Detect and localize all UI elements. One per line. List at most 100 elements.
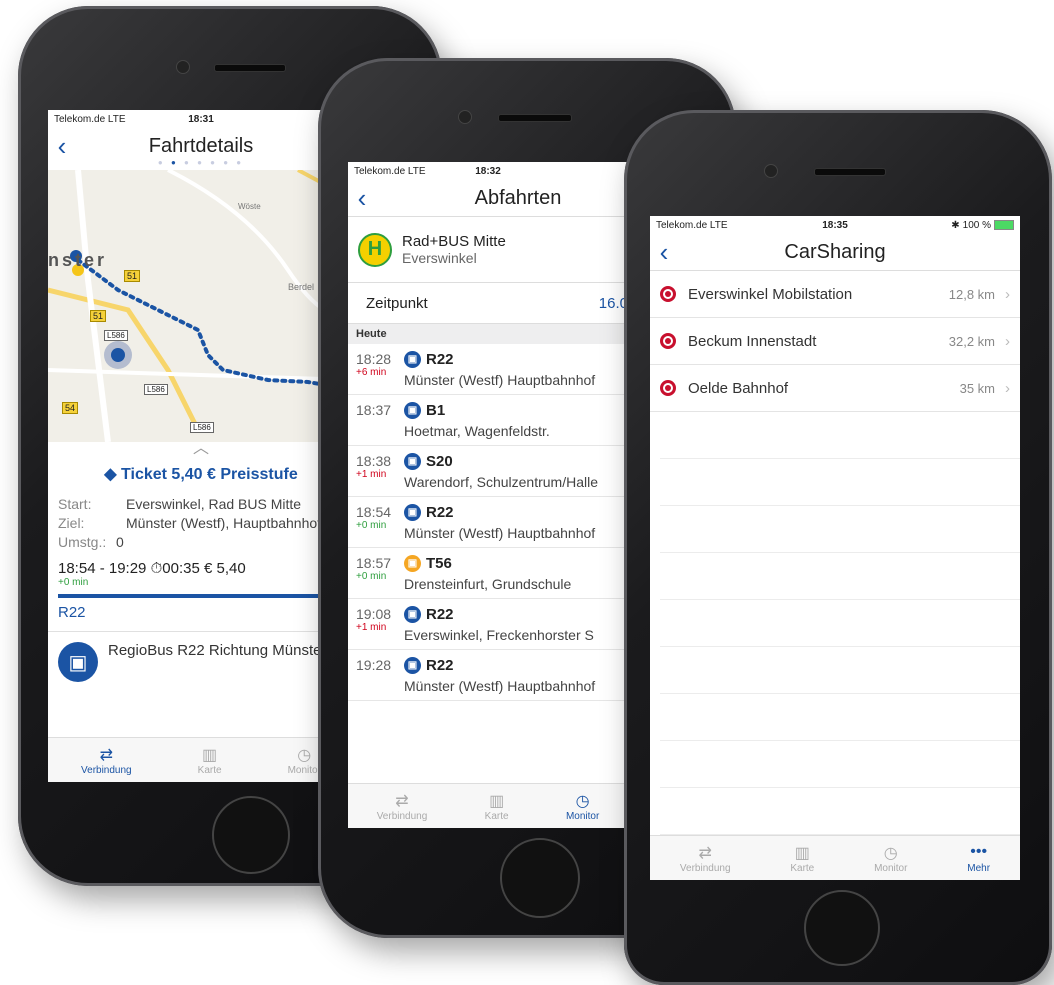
earpiece xyxy=(498,114,572,122)
station-name: Oelde Bahnhof xyxy=(688,379,789,397)
tab-monitor[interactable]: ◷ Monitor xyxy=(874,843,907,874)
back-button[interactable]: ‹ xyxy=(348,185,376,211)
section-header: Heute xyxy=(348,324,628,344)
tab-verbindung[interactable]: ⇄ Verbindung xyxy=(81,745,132,776)
map-label: Wöste xyxy=(238,202,261,211)
departure-time: 18:28 xyxy=(356,351,392,367)
zeitpunkt-label: Zeitpunkt xyxy=(366,294,428,312)
trip-delay: +0 min xyxy=(58,577,89,588)
ticket-price-link[interactable]: ◆ Ticket 5,40 € Preisstufe xyxy=(58,464,344,484)
departure-time-col: 18:38 +1 min xyxy=(356,453,404,492)
euro-icon: € xyxy=(204,560,217,577)
departure-row[interactable]: 18:28 +6 min ▣ R22 Münster (Westf) Hauptbahn… xyxy=(348,344,628,395)
chevron-right-icon: › xyxy=(1005,332,1010,350)
departure-time: 18:37 xyxy=(356,402,392,418)
departure-destination: Münster (Westf) Hauptbahnhof xyxy=(404,678,596,694)
home-button[interactable] xyxy=(212,796,290,874)
stop-header: H Rad+BUS Mitte Everswinkel xyxy=(348,217,628,283)
departure-time: 18:38 xyxy=(356,453,392,469)
tab-verbindung[interactable]: ⇄ Verbindung xyxy=(680,843,731,874)
departure-time: 18:57 xyxy=(356,555,392,571)
empty-rows xyxy=(650,412,1020,835)
line-number: R22 xyxy=(426,657,454,674)
departure-list: 18:28 +6 min ▣ R22 Münster (Westf) Hauptbahn… xyxy=(348,344,628,701)
station-name: Everswinkel Mobilstation xyxy=(688,285,853,303)
departure-row[interactable]: 18:54 +0 min ▣ R22 Münster (Westf) Hauptbahn… xyxy=(348,497,628,548)
tab-monitor[interactable]: ◷ Monitor xyxy=(566,791,599,822)
screen-fahrtdetails: Telekom.de LTE 18:31 ‹ Fahrtdetails ● ● … xyxy=(48,110,354,782)
back-button[interactable]: ‹ xyxy=(48,133,76,159)
route-map[interactable]: nster 51 51 54 L586 L586 L586 Berdel Wös… xyxy=(48,170,354,442)
station-row[interactable]: Everswinkel Mobilstation 12,8 km › xyxy=(650,271,1020,318)
station-row[interactable]: Beckum Innenstadt 32,2 km › xyxy=(650,318,1020,365)
zeitpunkt-row[interactable]: Zeitpunkt 16.0 xyxy=(348,283,628,324)
empty-row xyxy=(660,788,1020,835)
departure-delay: +1 min xyxy=(356,469,387,480)
start-value: Everswinkel, Rad BUS Mitte xyxy=(126,496,302,512)
tab-karte[interactable]: ▥ Karte xyxy=(485,791,509,822)
home-button[interactable] xyxy=(500,838,580,918)
home-button[interactable] xyxy=(804,890,880,966)
status-bar: Telekom.de LTE 18:35 ✱ 100 % xyxy=(650,216,1020,234)
station-pin-icon xyxy=(660,380,676,396)
back-button[interactable]: ‹ xyxy=(650,239,678,265)
status-bar: Telekom.de LTE 18:32 xyxy=(348,162,628,180)
leg-item[interactable]: ▣ RegioBus R22 Richtung Münster (Westf) … xyxy=(48,631,354,692)
tab-karte[interactable]: ▥ Karte xyxy=(198,745,222,776)
departure-row[interactable]: 18:57 +0 min ▣ T56 Drensteinfurt, Grundschul… xyxy=(348,548,628,599)
map-label: Berdel xyxy=(288,282,315,292)
front-camera xyxy=(176,60,190,74)
tab-monitor[interactable]: ◷ Monitor xyxy=(288,745,321,776)
departure-row[interactable]: 19:08 +1 min ▣ R22 Everswinkel, Freckenhorst… xyxy=(348,599,628,650)
departure-info: ▣ T56 Drensteinfurt, Grundschule xyxy=(404,555,571,594)
tab-mehr[interactable]: ••• Mehr xyxy=(967,843,990,874)
tab-bar: ⇄ Verbindung ▥ Karte ◷ Monitor ••• Mehr xyxy=(650,835,1020,880)
tab-bar: ⇄ Verbindung ▥ Karte ◷ Monitor xyxy=(48,737,354,782)
chevron-right-icon: › xyxy=(1005,285,1010,303)
departure-row[interactable]: 19:28 ▣ R22 Münster (Westf) Hauptbahnhof xyxy=(348,650,628,701)
line-number: B1 xyxy=(426,402,446,419)
start-row: Start: Everswinkel, Rad BUS Mitte xyxy=(58,496,344,512)
tab-label: Verbindung xyxy=(376,810,428,822)
map-road-badge: L586 xyxy=(190,422,214,433)
departure-info: ▣ R22 Münster (Westf) Hauptbahnhof xyxy=(404,504,595,543)
tab-label: Karte xyxy=(790,862,815,874)
bus-icon: ▣ xyxy=(404,657,421,674)
sheet-handle-icon[interactable]: ︿ xyxy=(48,441,354,457)
departure-row[interactable]: 18:37 ▣ B1 Hoetmar, Wagenfeldstr. xyxy=(348,395,628,446)
line-number: R22 xyxy=(426,351,454,368)
trip-time-range: 18:54 - 19:29 xyxy=(58,560,147,577)
umstg-label: Umstg.: xyxy=(58,534,107,550)
map-canvas xyxy=(48,170,354,442)
departure-line: ▣ R22 xyxy=(404,504,595,521)
tab-verbindung[interactable]: ⇄ Verbindung xyxy=(377,791,428,822)
ticket-icon: ◆ xyxy=(104,466,122,483)
clock: 18:35 xyxy=(822,219,848,231)
station-row[interactable]: Oelde Bahnhof 35 km › xyxy=(650,365,1020,412)
departure-info: ▣ R22 Münster (Westf) Hauptbahnhof xyxy=(404,657,595,696)
station-distance: 12,8 km xyxy=(948,286,995,302)
earpiece xyxy=(814,168,886,176)
nav-bar: ‹ Fahrtdetails xyxy=(48,128,354,164)
departure-row[interactable]: 18:38 +1 min ▣ S20 Warendorf, Schulzentrum/H… xyxy=(348,446,628,497)
departure-time-col: 18:54 +0 min xyxy=(356,504,404,543)
station-pin-icon xyxy=(660,286,676,302)
empty-row xyxy=(660,412,1020,459)
front-camera xyxy=(458,110,472,124)
map-label-city: nster xyxy=(48,250,108,270)
departure-line: ▣ R22 xyxy=(404,657,595,674)
tab-bar: ⇄ Verbindung ▥ Karte ◷ Monitor xyxy=(348,783,628,828)
bus-icon: ▣ xyxy=(404,606,421,623)
trip-summary: ◆ Ticket 5,40 € Preisstufe Start: Everswi… xyxy=(48,464,354,621)
map-road-badge: 54 xyxy=(62,402,79,414)
empty-row xyxy=(660,694,1020,741)
tab-karte[interactable]: ▥ Karte xyxy=(790,843,814,874)
nav-bar: ‹ CarSharing xyxy=(650,234,1020,271)
stop-sign-icon: H xyxy=(358,232,392,267)
stop-city: Everswinkel xyxy=(402,250,477,266)
departure-time-col: 19:08 +1 min xyxy=(356,606,404,645)
stopwatch-icon: ⏱ xyxy=(150,560,163,577)
clock: 18:31 xyxy=(188,113,214,125)
phone-carsharing: Telekom.de LTE 18:35 ✱ 100 % ‹ CarSharin… xyxy=(624,110,1052,985)
ziel-label: Ziel: xyxy=(58,515,85,531)
